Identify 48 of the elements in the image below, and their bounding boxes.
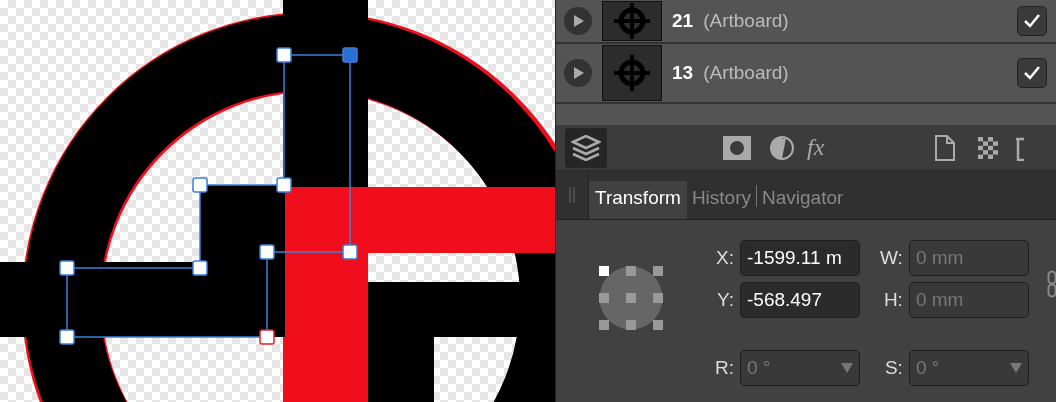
field-label: H: bbox=[882, 289, 903, 311]
grip-icon[interactable] bbox=[568, 187, 576, 203]
adjustment-icon[interactable] bbox=[769, 134, 795, 161]
layers-button[interactable] bbox=[565, 127, 607, 168]
mask-icon[interactable] bbox=[723, 135, 751, 160]
layer-type: (Artboard) bbox=[703, 10, 790, 32]
field-label: X: bbox=[715, 247, 734, 269]
expand-button[interactable] bbox=[564, 7, 592, 35]
input-field[interactable]: -568.497 bbox=[740, 282, 860, 318]
crosshair-icon bbox=[612, 1, 652, 41]
anchor-point[interactable] bbox=[599, 266, 610, 277]
layer-name: 21 bbox=[672, 10, 694, 32]
selection-handle[interactable] bbox=[259, 244, 275, 260]
selection-handle[interactable] bbox=[342, 244, 358, 260]
layer-row[interactable]: 21 (Artboard) bbox=[556, 0, 1056, 44]
selection-handle[interactable] bbox=[192, 177, 208, 193]
layer-row[interactable]: 13 (Artboard) bbox=[556, 44, 1056, 104]
layer-type: (Artboard) bbox=[703, 62, 790, 84]
selection-handle[interactable] bbox=[59, 260, 75, 276]
crosshair-icon bbox=[612, 53, 652, 93]
panel-tab[interactable]: Navigator bbox=[757, 181, 849, 219]
input-field[interactable]: -1599.11 m bbox=[740, 240, 860, 276]
caret-icon bbox=[841, 363, 853, 373]
field-label: R: bbox=[715, 357, 734, 379]
selection-handle[interactable] bbox=[59, 329, 75, 345]
field-label: W: bbox=[880, 247, 903, 269]
field-label: Y: bbox=[716, 289, 734, 311]
selection-handle[interactable] bbox=[276, 177, 292, 193]
visibility-checkbox[interactable] bbox=[1016, 6, 1047, 36]
effects-button[interactable]: fx bbox=[807, 134, 825, 161]
chain-link-icon[interactable] bbox=[1046, 270, 1056, 298]
selection-handle[interactable] bbox=[192, 260, 208, 276]
panel-tab[interactable]: History bbox=[686, 181, 756, 219]
document-icon[interactable] bbox=[934, 134, 957, 161]
caret-icon bbox=[1009, 363, 1022, 373]
field-label: S: bbox=[883, 357, 903, 379]
layers-icon bbox=[571, 134, 601, 161]
triangle-icon bbox=[571, 14, 585, 28]
selection-handle[interactable] bbox=[276, 47, 292, 63]
checkmark-icon bbox=[1022, 65, 1041, 81]
expand-button[interactable] bbox=[564, 59, 592, 87]
layer-name: 13 bbox=[672, 62, 694, 84]
selection-handle[interactable] bbox=[259, 329, 275, 345]
checkmark-icon bbox=[1022, 13, 1041, 29]
triangle-icon bbox=[571, 66, 585, 80]
visibility-checkbox[interactable] bbox=[1016, 58, 1047, 88]
panel-tab[interactable]: Transform bbox=[589, 181, 687, 219]
selection-handle[interactable] bbox=[342, 47, 358, 63]
